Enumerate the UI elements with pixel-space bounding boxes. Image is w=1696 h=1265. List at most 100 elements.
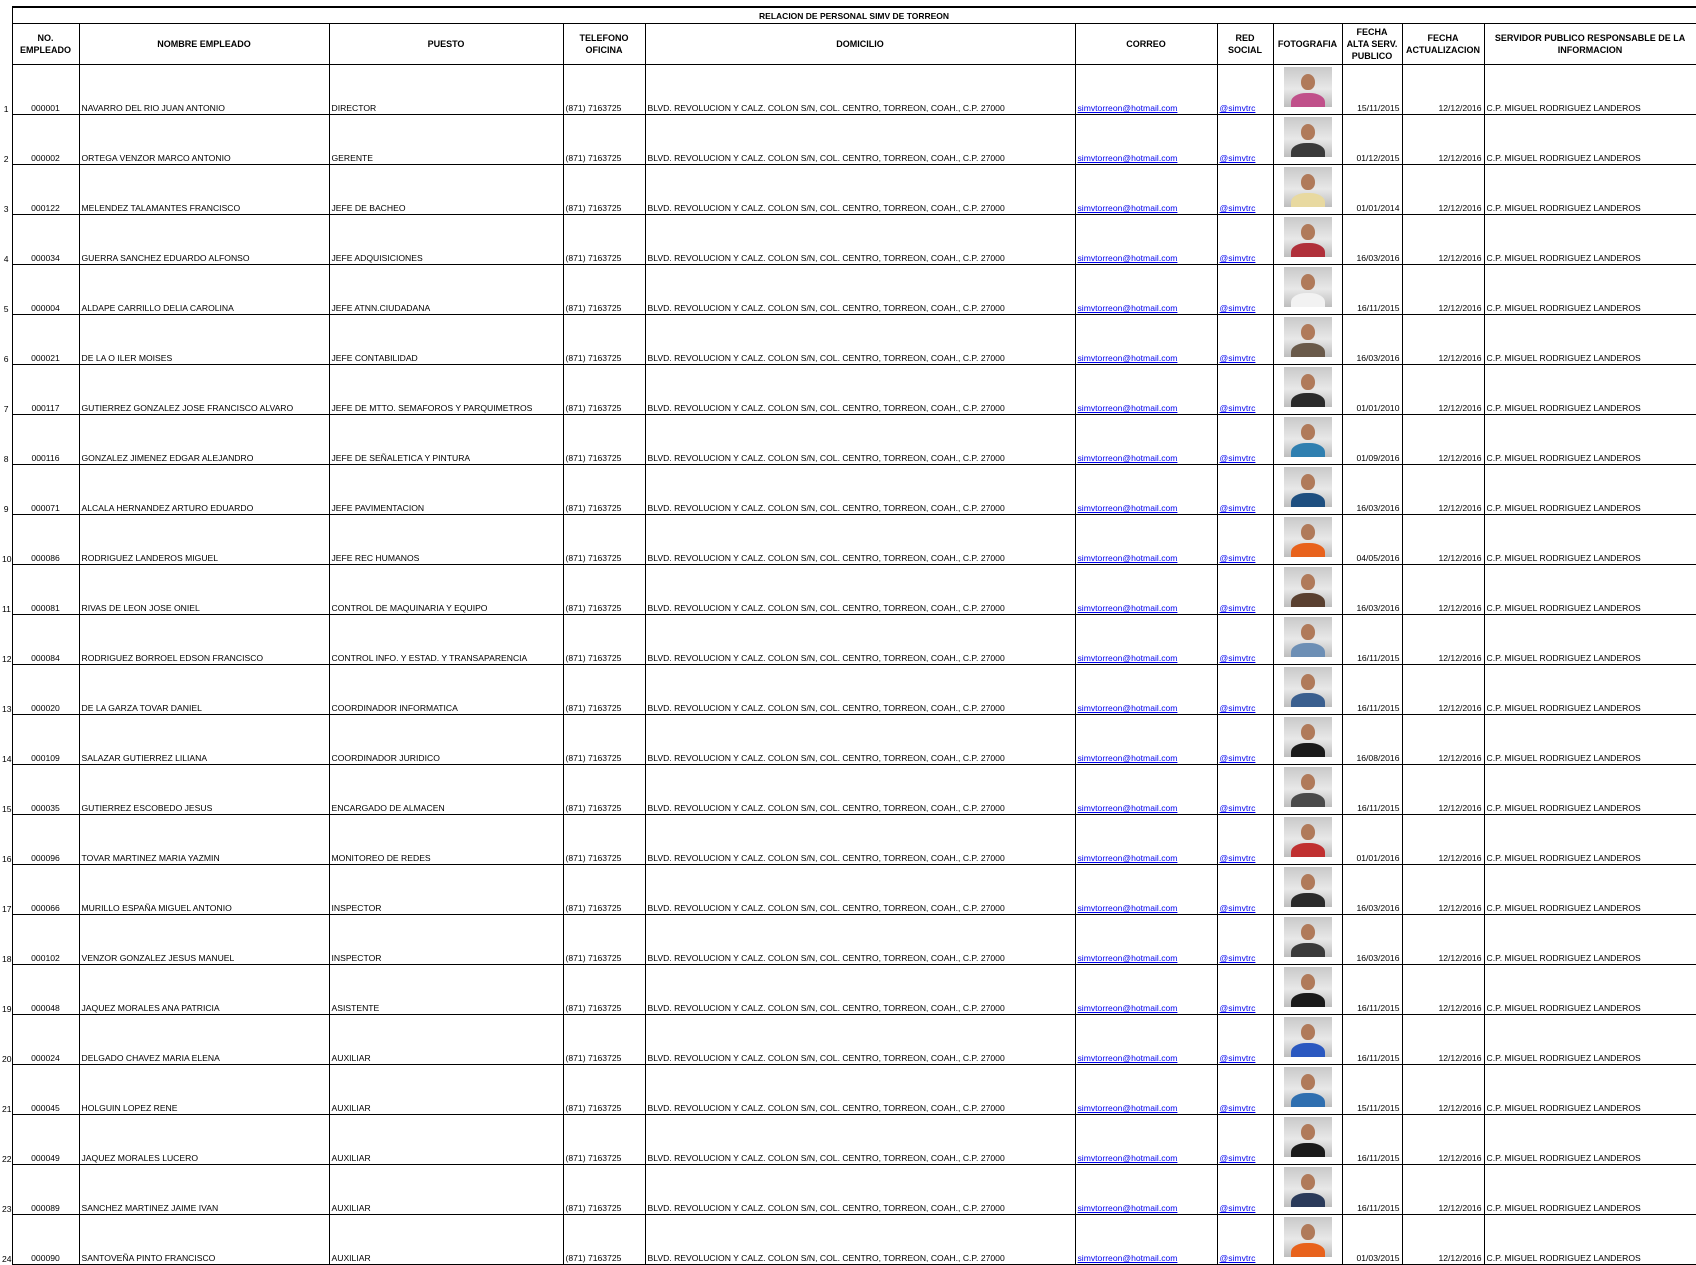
photo-cell: [1272, 514, 1342, 565]
row-number: 13: [0, 664, 13, 715]
social-link[interactable]: @simvtrc: [1216, 514, 1273, 565]
social-link[interactable]: @simvtrc: [1216, 214, 1273, 265]
email-link[interactable]: simvtorreon@hotmail.com: [1074, 764, 1217, 815]
email-link[interactable]: simvtorreon@hotmail.com: [1074, 1014, 1217, 1065]
employee-name: DELGADO CHAVEZ MARIA ELENA: [78, 1014, 329, 1065]
photo-head: [1300, 474, 1315, 490]
photo-body: [1290, 843, 1325, 857]
social-link[interactable]: @simvtrc: [1216, 614, 1273, 665]
responsible-official: C.P. MIGUEL RODRIGUEZ LANDEROS: [1483, 364, 1696, 415]
address: BLVD. REVOLUCION Y CALZ. COLON S/N, COL.…: [644, 214, 1075, 265]
social-link[interactable]: @simvtrc: [1216, 1164, 1273, 1215]
photo-cell: [1272, 1014, 1342, 1065]
email-link[interactable]: simvtorreon@hotmail.com: [1074, 214, 1217, 265]
email-link[interactable]: simvtorreon@hotmail.com: [1074, 614, 1217, 665]
email-link[interactable]: simvtorreon@hotmail.com: [1074, 64, 1217, 115]
header-domicilio: DOMICILIO: [644, 23, 1076, 65]
office-phone: (871) 7163725: [562, 64, 645, 115]
employee-number: 000116: [11, 414, 79, 465]
photo-head: [1300, 1174, 1315, 1190]
employee-name: NAVARRO DEL RIO JUAN ANTONIO: [78, 64, 329, 115]
email-link[interactable]: simvtorreon@hotmail.com: [1074, 564, 1217, 615]
row-number: 16: [0, 814, 13, 865]
photo-body: [1290, 893, 1325, 907]
employee-number: 000066: [11, 864, 79, 915]
social-link[interactable]: @simvtrc: [1216, 364, 1273, 415]
office-phone: (871) 7163725: [562, 114, 645, 165]
email-link[interactable]: simvtorreon@hotmail.com: [1074, 914, 1217, 965]
social-link[interactable]: @simvtrc: [1216, 664, 1273, 715]
social-link[interactable]: @simvtrc: [1216, 964, 1273, 1015]
employee-photo: [1283, 117, 1332, 157]
table-row: 18 000102 VENZOR GONZALEZ JESUS MANUEL INSP…: [0, 914, 1696, 965]
social-link[interactable]: @simvtrc: [1216, 864, 1273, 915]
update-date: 12/12/2016: [1401, 1164, 1484, 1215]
email-link[interactable]: simvtorreon@hotmail.com: [1074, 964, 1217, 1015]
email-link[interactable]: simvtorreon@hotmail.com: [1074, 114, 1217, 165]
photo-body: [1290, 493, 1325, 507]
social-link[interactable]: @simvtrc: [1216, 564, 1273, 615]
social-link[interactable]: @simvtrc: [1216, 64, 1273, 115]
address: BLVD. REVOLUCION Y CALZ. COLON S/N, COL.…: [644, 114, 1075, 165]
table-row: 16 000096 TOVAR MARTINEZ MARIA YAZMIN MONIT…: [0, 814, 1696, 865]
email-link[interactable]: simvtorreon@hotmail.com: [1074, 1114, 1217, 1165]
email-link[interactable]: simvtorreon@hotmail.com: [1074, 864, 1217, 915]
social-link[interactable]: @simvtrc: [1216, 114, 1273, 165]
social-link[interactable]: @simvtrc: [1216, 814, 1273, 865]
email-link[interactable]: simvtorreon@hotmail.com: [1074, 664, 1217, 715]
employee-position: JEFE ADQUISICIONES: [328, 214, 563, 265]
update-date: 12/12/2016: [1401, 964, 1484, 1015]
social-link[interactable]: @simvtrc: [1216, 414, 1273, 465]
email-link[interactable]: simvtorreon@hotmail.com: [1074, 364, 1217, 415]
social-link[interactable]: @simvtrc: [1216, 1114, 1273, 1165]
social-link[interactable]: @simvtrc: [1216, 164, 1273, 215]
social-link[interactable]: @simvtrc: [1216, 764, 1273, 815]
employee-photo: [1283, 1117, 1332, 1157]
hire-date: 16/03/2016: [1341, 314, 1402, 365]
address: BLVD. REVOLUCION Y CALZ. COLON S/N, COL.…: [644, 1064, 1075, 1115]
photo-cell: [1272, 814, 1342, 865]
email-link[interactable]: simvtorreon@hotmail.com: [1074, 164, 1217, 215]
social-link[interactable]: @simvtrc: [1216, 714, 1273, 765]
address: BLVD. REVOLUCION Y CALZ. COLON S/N, COL.…: [644, 614, 1075, 665]
employee-position: AUXILIAR: [328, 1064, 563, 1115]
employee-number: 000035: [11, 764, 79, 815]
social-link[interactable]: @simvtrc: [1216, 1064, 1273, 1115]
personnel-sheet: RELACION DE PERSONAL SIMV DE TORREON NO.…: [0, 6, 1696, 1265]
employee-number: 000071: [11, 464, 79, 515]
employee-photo: [1283, 817, 1332, 857]
hire-date: 16/11/2015: [1341, 664, 1402, 715]
email-link[interactable]: simvtorreon@hotmail.com: [1074, 714, 1217, 765]
table-row: 11 000081 RIVAS DE LEON JOSE ONIEL CONTROL …: [0, 564, 1696, 615]
email-link[interactable]: simvtorreon@hotmail.com: [1074, 1064, 1217, 1115]
responsible-official: C.P. MIGUEL RODRIGUEZ LANDEROS: [1483, 214, 1696, 265]
photo-head: [1300, 574, 1315, 590]
photo-cell: [1272, 1114, 1342, 1165]
email-link[interactable]: simvtorreon@hotmail.com: [1074, 514, 1217, 565]
email-link[interactable]: simvtorreon@hotmail.com: [1074, 414, 1217, 465]
address: BLVD. REVOLUCION Y CALZ. COLON S/N, COL.…: [644, 964, 1075, 1015]
hire-date: 04/05/2016: [1341, 514, 1402, 565]
email-link[interactable]: simvtorreon@hotmail.com: [1074, 814, 1217, 865]
social-link[interactable]: @simvtrc: [1216, 464, 1273, 515]
social-link[interactable]: @simvtrc: [1216, 264, 1273, 315]
table-row: 3 000122 MELENDEZ TALAMANTES FRANCISCO JEFE…: [0, 164, 1696, 215]
table-row: 9 000071 ALCALA HERNANDEZ ARTURO EDUARDO JE…: [0, 464, 1696, 515]
email-link[interactable]: simvtorreon@hotmail.com: [1074, 1164, 1217, 1215]
photo-body: [1290, 343, 1325, 357]
email-link[interactable]: simvtorreon@hotmail.com: [1074, 264, 1217, 315]
address: BLVD. REVOLUCION Y CALZ. COLON S/N, COL.…: [644, 814, 1075, 865]
social-link[interactable]: @simvtrc: [1216, 914, 1273, 965]
update-date: 12/12/2016: [1401, 514, 1484, 565]
social-link[interactable]: @simvtrc: [1216, 314, 1273, 365]
social-link[interactable]: @simvtrc: [1216, 1014, 1273, 1065]
responsible-official: C.P. MIGUEL RODRIGUEZ LANDEROS: [1483, 914, 1696, 965]
employee-position: AUXILIAR: [328, 1114, 563, 1165]
photo-cell: [1272, 364, 1342, 415]
email-link[interactable]: simvtorreon@hotmail.com: [1074, 464, 1217, 515]
table-row: 2 000002 ORTEGA VENZOR MARCO ANTONIO GERENT…: [0, 114, 1696, 165]
employee-name: MELENDEZ TALAMANTES FRANCISCO: [78, 164, 329, 215]
employee-name: RODRIGUEZ BORROEL EDSON FRANCISCO: [78, 614, 329, 665]
photo-cell: [1272, 764, 1342, 815]
email-link[interactable]: simvtorreon@hotmail.com: [1074, 314, 1217, 365]
